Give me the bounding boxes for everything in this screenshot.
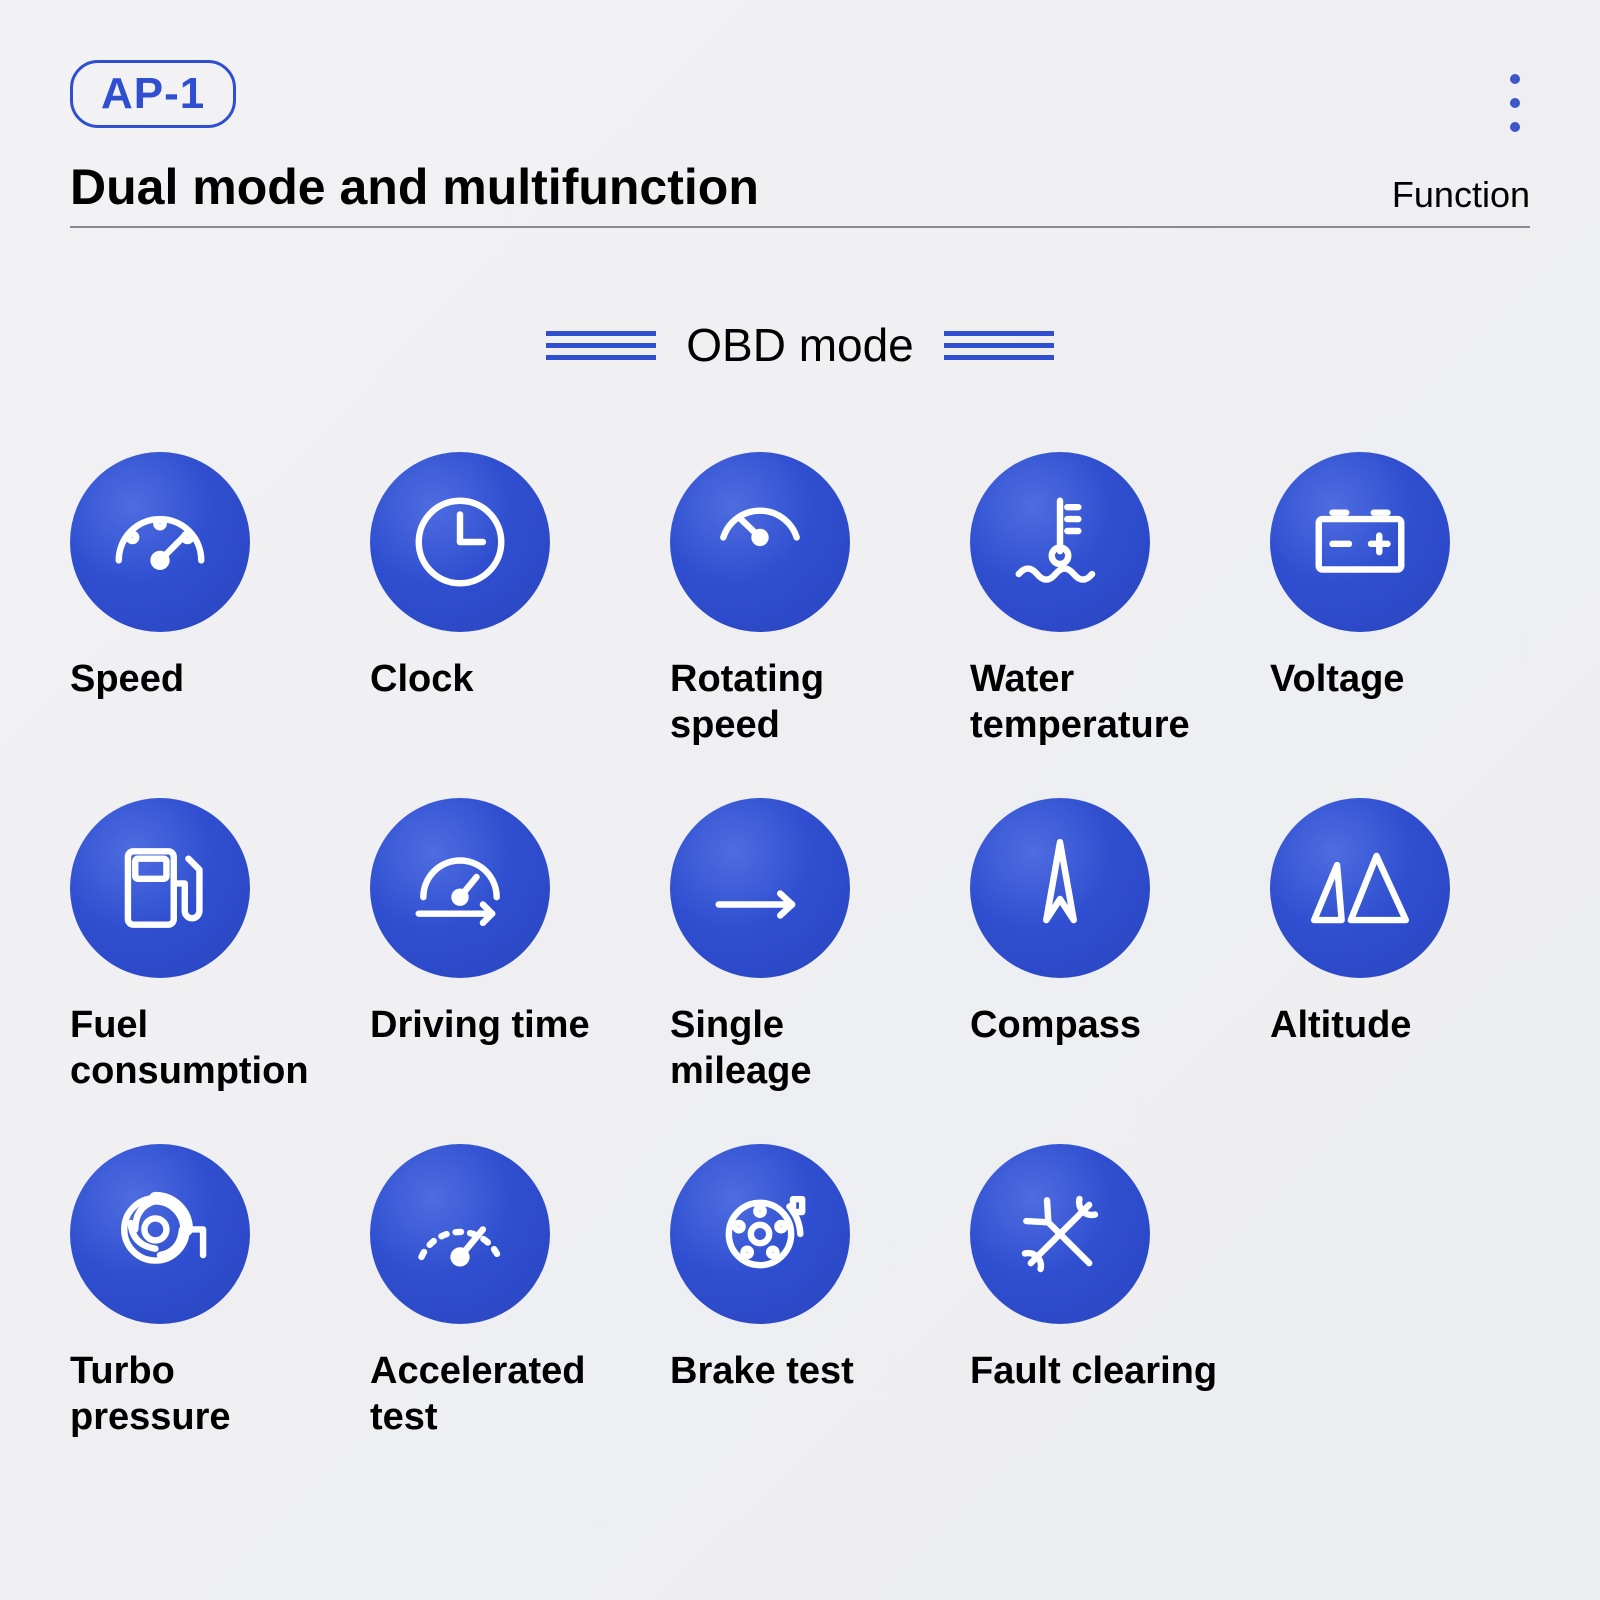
feature-label: Voltage (1270, 657, 1530, 703)
battery-icon (1270, 452, 1450, 632)
altitude-icon (1270, 798, 1450, 978)
feature-item[interactable]: Compass (970, 798, 1230, 1094)
feature-label: Fuel consumption (70, 1003, 330, 1094)
feature-item[interactable]: Turbo pressure (70, 1144, 330, 1440)
rpm-icon (670, 452, 850, 632)
feature-label: Driving time (370, 1003, 630, 1049)
decor-bars-left (546, 331, 656, 360)
feature-label: Fault clearing (970, 1349, 1230, 1395)
feature-item[interactable]: Fault clearing (970, 1144, 1230, 1440)
driving-time-icon (370, 798, 550, 978)
brake-icon (670, 1144, 850, 1324)
turbo-icon (70, 1144, 250, 1324)
feature-label: Clock (370, 657, 630, 703)
fuel-icon (70, 798, 250, 978)
feature-label: Compass (970, 1003, 1230, 1049)
product-badge: AP-1 (70, 60, 236, 128)
tools-icon (970, 1144, 1150, 1324)
feature-label: Speed (70, 657, 330, 703)
feature-label: Single mileage (670, 1003, 930, 1094)
feature-grid: Speed Clock Rotating speed Water temperatur… (70, 452, 1530, 1441)
feature-item[interactable]: Speed (70, 452, 330, 748)
feature-item[interactable]: Brake test (670, 1144, 930, 1440)
ab-mileage-icon (670, 798, 850, 978)
feature-item[interactable]: Altitude (1270, 798, 1530, 1094)
more-menu-icon[interactable] (1510, 74, 1520, 132)
feature-label: Altitude (1270, 1003, 1530, 1049)
feature-label: Turbo pressure (70, 1349, 330, 1440)
page-title: Dual mode and multifunction (70, 158, 759, 216)
feature-label: Accelerated test (370, 1349, 630, 1440)
feature-item[interactable]: Accelerated test (370, 1144, 630, 1440)
section-title: OBD mode (70, 318, 1530, 372)
speed-icon (70, 452, 250, 632)
feature-label: Brake test (670, 1349, 930, 1395)
feature-label: Water temperature (970, 657, 1230, 748)
feature-item[interactable]: Clock (370, 452, 630, 748)
section-title-text: OBD mode (686, 318, 914, 372)
feature-item[interactable]: Fuel consumption (70, 798, 330, 1094)
header: AP-1 Dual mode and multifunction Functio… (70, 60, 1530, 228)
compass-icon (970, 798, 1150, 978)
subheader: Dual mode and multifunction Function (70, 158, 1530, 228)
accel-icon (370, 1144, 550, 1324)
feature-item[interactable]: Single mileage (670, 798, 930, 1094)
decor-bars-right (944, 331, 1054, 360)
clock-icon (370, 452, 550, 632)
feature-item[interactable]: Rotating speed (670, 452, 930, 748)
feature-item[interactable]: Water temperature (970, 452, 1230, 748)
function-label: Function (1392, 174, 1530, 216)
feature-item[interactable]: Voltage (1270, 452, 1530, 748)
water-temp-icon (970, 452, 1150, 632)
feature-item[interactable]: Driving time (370, 798, 630, 1094)
feature-label: Rotating speed (670, 657, 930, 748)
